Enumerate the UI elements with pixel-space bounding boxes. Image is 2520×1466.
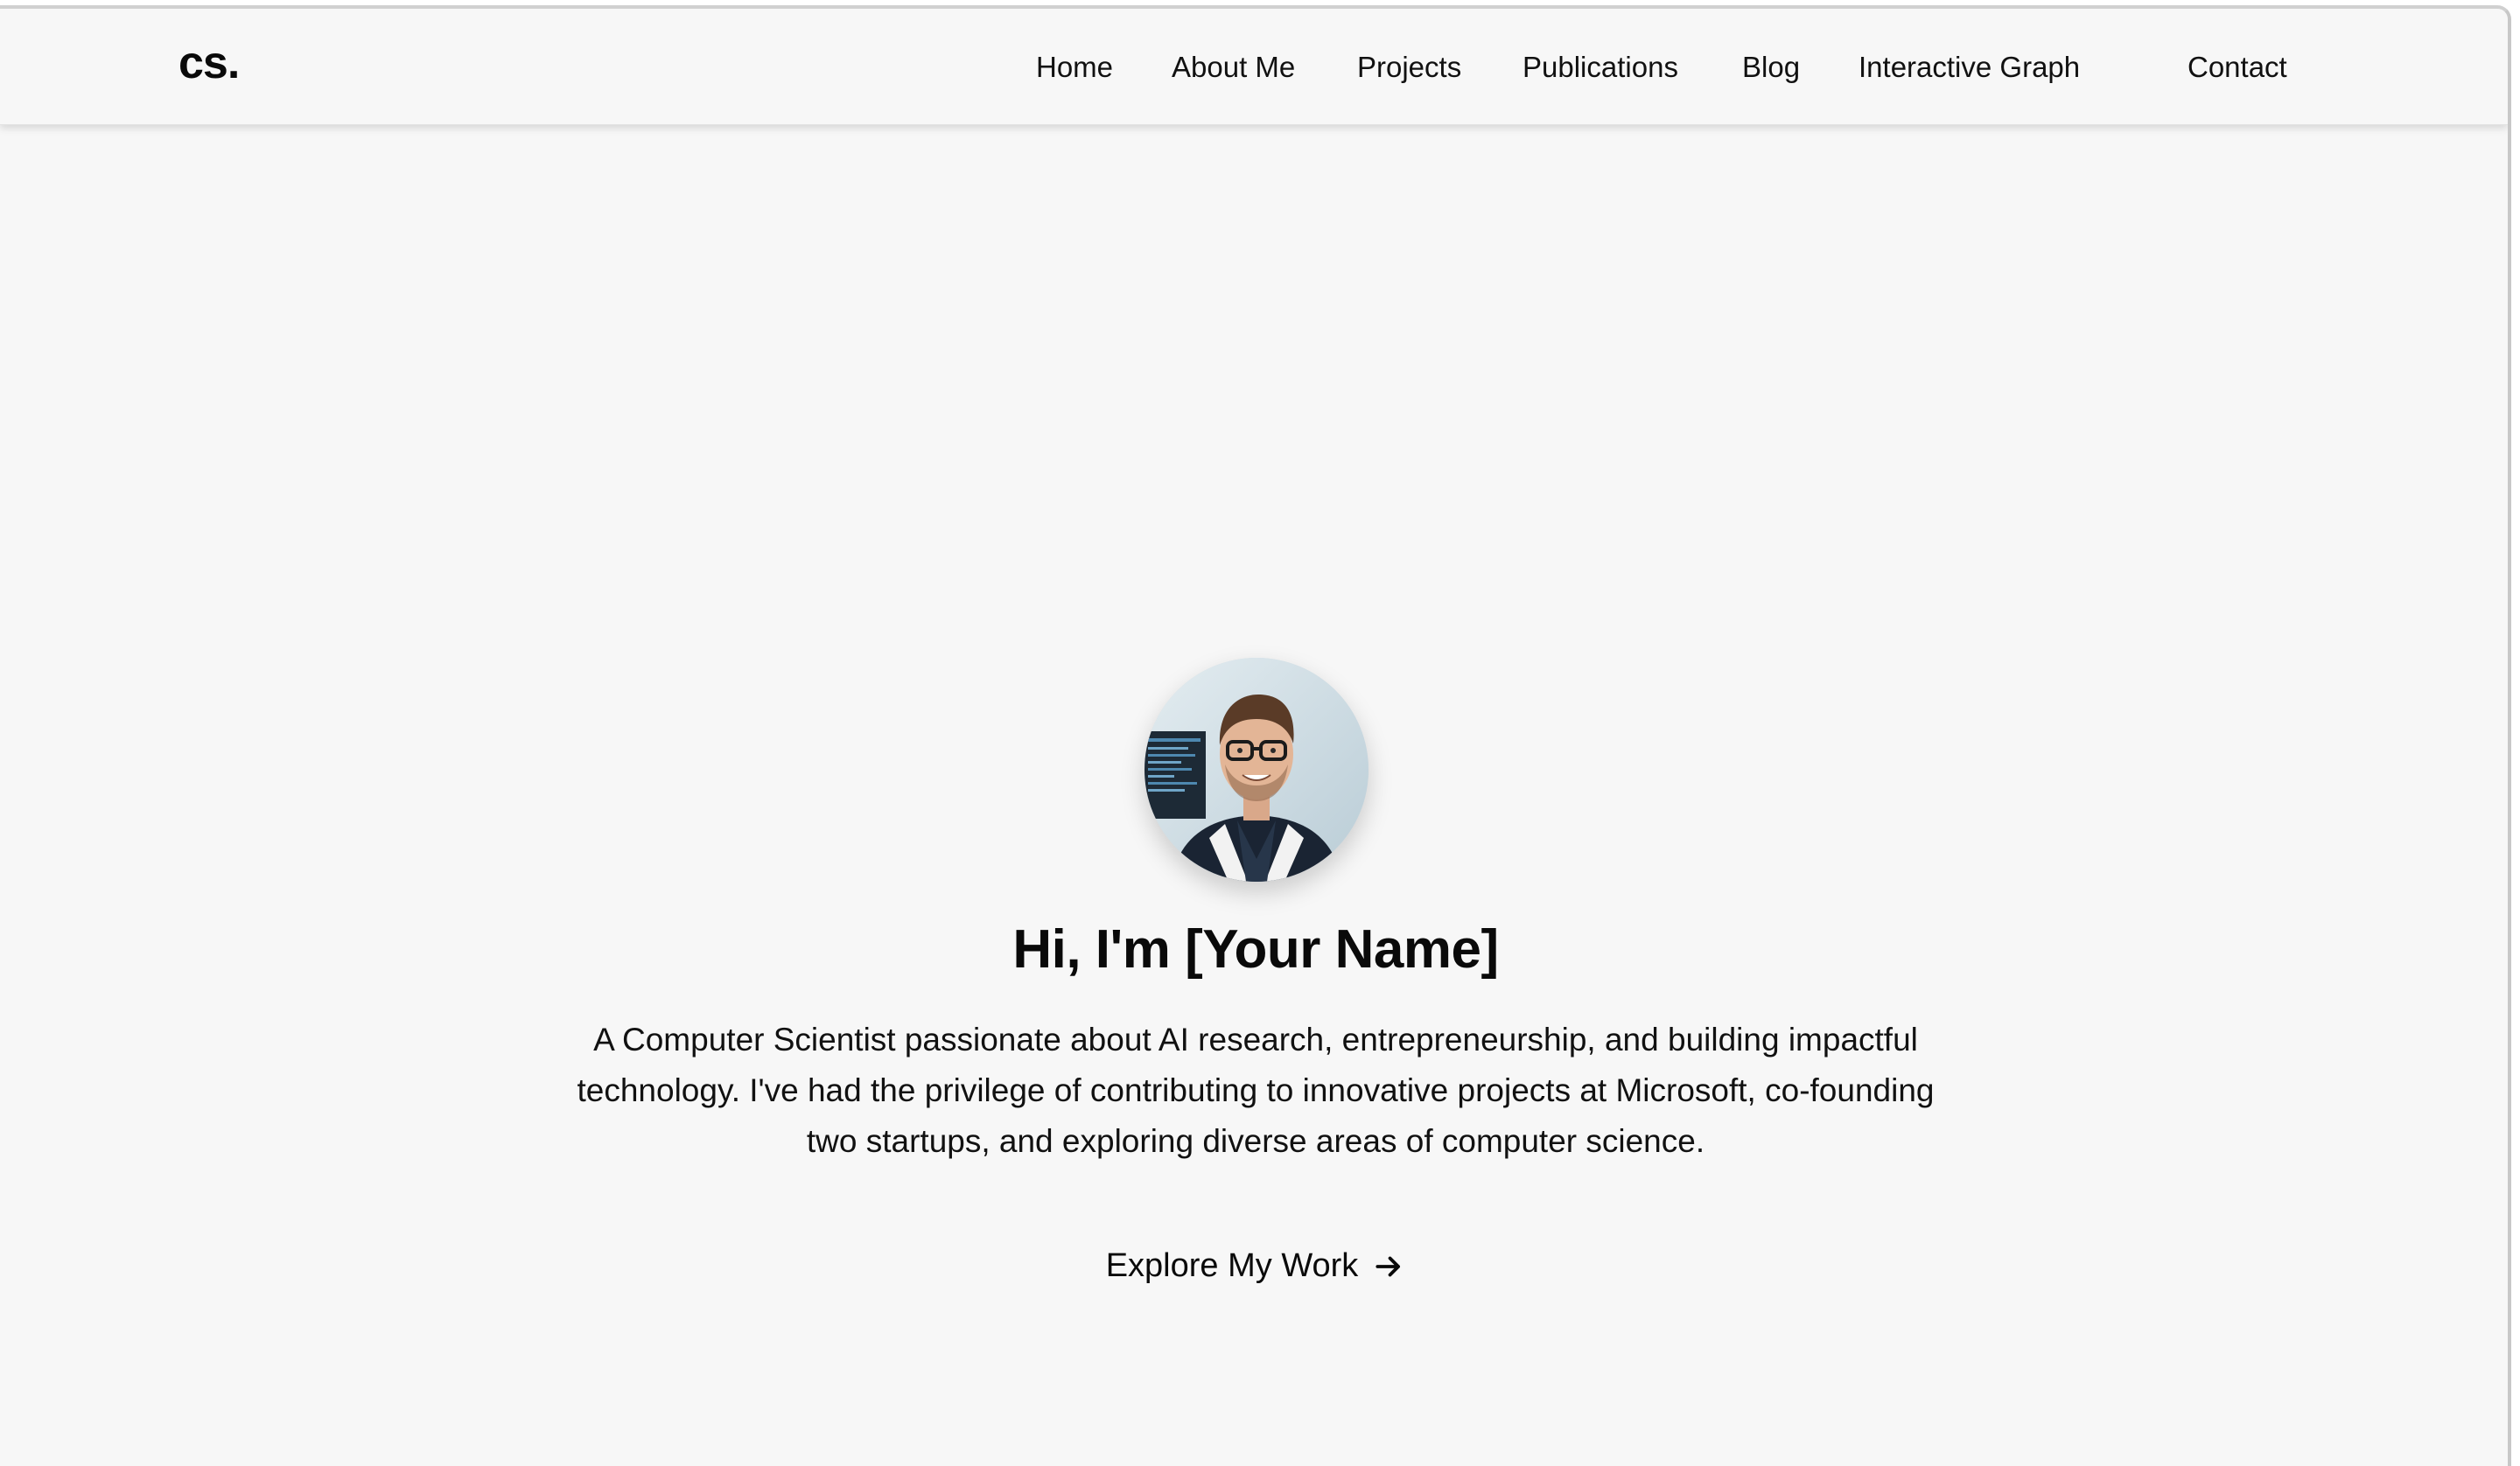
browser-viewport: cs. Home About Me Projects Publications … bbox=[0, 5, 2511, 1466]
nav-home[interactable]: Home bbox=[1036, 51, 1113, 84]
top-navbar: cs. Home About Me Projects Publications … bbox=[0, 9, 2508, 125]
nav-publications[interactable]: Publications bbox=[1522, 51, 1678, 84]
nav-interactive-graph[interactable]: Interactive Graph bbox=[1858, 51, 2080, 84]
profile-avatar bbox=[1144, 658, 1368, 882]
cta-label: Explore My Work bbox=[1105, 1247, 1359, 1284]
hero-description: A Computer Scientist passionate about AI… bbox=[577, 1022, 1935, 1159]
nav-projects[interactable]: Projects bbox=[1357, 51, 1461, 84]
explore-my-work-button[interactable]: Explore My Work bbox=[1106, 1247, 1406, 1285]
cta-container: Explore My Work bbox=[0, 1247, 2508, 1285]
nav-about-me[interactable]: About Me bbox=[1172, 51, 1295, 84]
nav-contact[interactable]: Contact bbox=[2188, 51, 2287, 84]
nav-blog[interactable]: Blog bbox=[1742, 51, 1800, 84]
hero-title: Hi, I'm [Your Name] bbox=[1012, 919, 1499, 980]
nav-links: Home About Me Projects Publications Blog… bbox=[0, 51, 2508, 94]
arrow-right-icon bbox=[1372, 1250, 1405, 1283]
profile-photo-icon bbox=[1144, 658, 1368, 882]
